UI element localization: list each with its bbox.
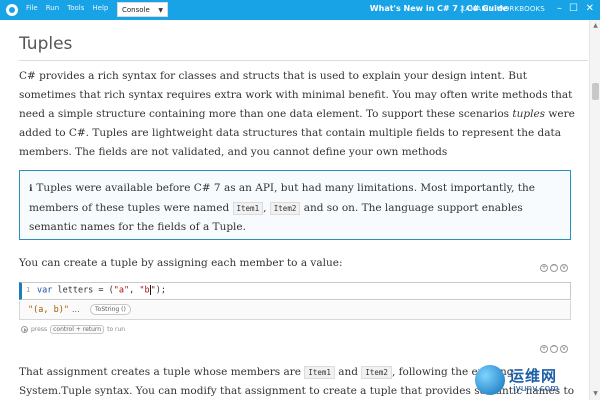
add-cell-below-button[interactable]: +: [540, 345, 548, 353]
code-string-a: "a": [113, 285, 130, 296]
heading-divider: [19, 60, 588, 61]
code-string-b-start: "b: [139, 285, 150, 296]
close-button[interactable]: ✕: [586, 3, 594, 15]
move-up-below-button[interactable]: ^: [550, 345, 558, 353]
title-bar: File Run Tools Help Console ▼ What's New…: [0, 0, 600, 20]
view-select[interactable]: Console ▼: [117, 2, 168, 17]
intro-paragraph: C# provides a rich syntax for classes an…: [19, 67, 584, 162]
move-down-below-button[interactable]: v: [560, 345, 568, 353]
view-select-value: Console: [122, 6, 150, 14]
site-watermark: 运维网 iyunv.com: [475, 363, 590, 397]
run-hint: press control + return to run: [21, 325, 125, 334]
menu-file[interactable]: File: [26, 4, 38, 12]
callout-sep: ,: [263, 202, 270, 214]
inline-code-item2: Item2: [269, 202, 301, 215]
intro-emphasis: tuples: [512, 108, 546, 120]
hint-press: press: [31, 326, 48, 333]
menu-run[interactable]: Run: [46, 4, 59, 12]
watermark-logo-icon: [475, 365, 505, 395]
inline-code-item2-b: Item2: [361, 366, 392, 379]
hint-shortcut: control + return: [50, 325, 105, 334]
cell-result: "(a, b)" ... ToString (): [19, 301, 571, 320]
app-logo-icon: [6, 4, 18, 16]
watermark-main: 运维网: [509, 367, 558, 385]
code-line[interactable]: var letters = ("a", "b");: [37, 285, 166, 296]
assignment-and: and: [334, 366, 362, 378]
run-icon[interactable]: [21, 326, 28, 333]
tuple-create-paragraph: You can create a tuple by assigning each…: [19, 257, 343, 269]
scroll-down-icon[interactable]: ▼: [591, 389, 600, 399]
scroll-thumb[interactable]: [592, 83, 599, 100]
code-editor[interactable]: 1 var letters = ("a", "b");: [19, 282, 571, 300]
line-number: 1: [26, 286, 31, 294]
page-title: Tuples: [19, 34, 73, 54]
inline-code-item1: Item1: [232, 202, 264, 215]
info-callout: ℹ Tuples were available before C# 7 as an…: [19, 170, 571, 240]
result-more-button[interactable]: ...: [72, 305, 80, 314]
inline-code-item1-b: Item1: [304, 366, 335, 379]
maximize-button[interactable]: ☐: [569, 3, 578, 15]
callout-text: ℹ Tuples were available before C# 7 as an…: [29, 179, 564, 237]
chevron-down-icon: ▼: [158, 7, 163, 14]
minimize-button[interactable]: –: [557, 3, 562, 15]
add-cell-button[interactable]: +: [540, 264, 548, 272]
result-value: "(a, b)": [28, 305, 69, 315]
menu-bar: File Run Tools Help: [26, 4, 108, 12]
tostring-button[interactable]: ToString (): [90, 304, 131, 315]
hint-to-run: to run: [107, 326, 126, 333]
info-icon: ℹ: [29, 184, 33, 194]
brand-name: XAMARIN WORKBOOKS: [460, 5, 545, 13]
cell-bottom-actions: + ^ v: [540, 345, 568, 353]
scroll-up-icon[interactable]: ▲: [591, 21, 600, 31]
watermark-sub: iyunv.com: [513, 384, 559, 394]
menu-help[interactable]: Help: [92, 4, 108, 12]
vertical-scrollbar[interactable]: ▲ ▼: [589, 20, 600, 400]
code-keyword: var: [37, 285, 53, 296]
move-up-button[interactable]: ^: [550, 264, 558, 272]
menu-tools[interactable]: Tools: [67, 4, 84, 12]
code-identifier: letters = (: [52, 285, 114, 296]
move-down-button[interactable]: v: [560, 264, 568, 272]
workbook-content: Tuples C# provides a rich syntax for cla…: [0, 20, 589, 400]
code-separator: ,: [129, 285, 140, 296]
code-end: );: [155, 285, 167, 296]
assignment-text-a: That assignment creates a tuple whose me…: [19, 366, 305, 378]
intro-text-a: C# provides a rich syntax for classes an…: [19, 70, 573, 120]
cell-top-actions: + ^ v: [540, 264, 568, 272]
